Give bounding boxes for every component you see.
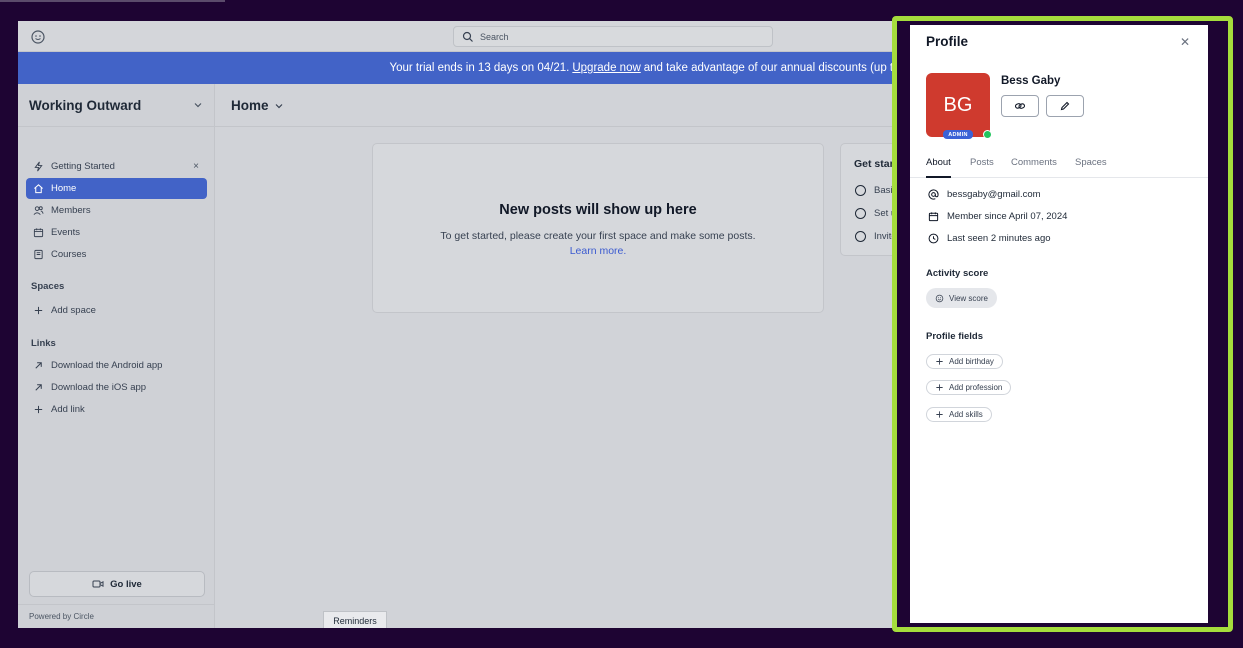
sidebar-item-home[interactable]: Home	[26, 178, 207, 199]
learn-more-link[interactable]: Learn more.	[373, 245, 823, 257]
video-camera-icon	[92, 580, 104, 588]
community-name: Working Outward	[29, 97, 142, 113]
chevron-down-icon	[194, 103, 202, 108]
copy-link-button[interactable]	[1001, 95, 1039, 117]
clock-icon	[928, 233, 939, 244]
close-icon[interactable]: ×	[193, 161, 199, 172]
spaces-heading: Spaces	[31, 281, 65, 292]
top-edge-line	[0, 0, 225, 2]
at-sign-icon	[928, 189, 939, 200]
tab-posts[interactable]: Posts	[970, 157, 994, 178]
avatar-initials: BG	[943, 93, 973, 116]
add-space-label: Add space	[51, 305, 96, 316]
sidebar-item-label: Members	[51, 205, 91, 216]
plus-icon	[34, 306, 43, 315]
profile-fields-heading: Profile fields	[926, 331, 984, 342]
profile-name: Bess Gaby	[1001, 75, 1061, 87]
banner-text-before: Your trial ends in 13 days on 04/21.	[389, 62, 570, 74]
email-text: bessgaby@gmail.com	[947, 189, 1041, 200]
members-icon	[33, 206, 44, 215]
reminders-tab[interactable]: Reminders	[323, 611, 387, 628]
search-icon	[462, 31, 473, 42]
sidebar-item-courses[interactable]: Courses	[26, 244, 207, 265]
avatar: BG	[926, 73, 990, 137]
last-seen-row: Last seen 2 minutes ago	[928, 233, 1051, 244]
sidebar-item-events[interactable]: Events	[26, 222, 207, 243]
admin-badge: ADMIN	[943, 130, 973, 139]
home-icon	[34, 184, 43, 194]
circle-checkbox-icon	[855, 208, 866, 219]
add-profession-label: Add profession	[949, 383, 1003, 392]
tab-comments[interactable]: Comments	[1011, 157, 1057, 178]
book-icon	[34, 249, 43, 260]
sidebar-item-label: Home	[51, 183, 77, 194]
sidebar-link-ios[interactable]: Download the iOS app	[26, 377, 207, 398]
smile-icon[interactable]	[30, 29, 46, 45]
sidebar-item-label: Getting Started	[51, 161, 115, 172]
profile-title: Profile	[926, 34, 969, 49]
arrow-up-right-icon	[35, 384, 42, 391]
smile-icon	[935, 294, 944, 302]
add-link-label: Add link	[51, 404, 85, 415]
link-icon	[1014, 103, 1026, 109]
go-live-label: Go live	[110, 578, 142, 590]
page-title: Home	[231, 98, 269, 113]
last-seen-text: Last seen 2 minutes ago	[947, 233, 1051, 244]
edit-profile-button[interactable]	[1046, 95, 1084, 117]
empty-posts-description: To get started, please create your first…	[440, 230, 756, 242]
empty-posts-title: New posts will show up here	[499, 202, 697, 218]
plus-icon	[936, 358, 943, 365]
sidebar: Working Outward Getting Started × Home M…	[18, 84, 215, 628]
plus-icon	[936, 411, 943, 418]
add-birthday-label: Add birthday	[949, 357, 994, 366]
add-birthday-button[interactable]: Add birthday	[926, 354, 1003, 369]
search-input[interactable]: Search	[453, 26, 773, 47]
member-since-text: Member since April 07, 2024	[947, 211, 1068, 222]
activity-score-heading: Activity score	[926, 268, 989, 279]
powered-by-circle[interactable]: Powered by Circle	[18, 604, 214, 628]
circle-checkbox-icon	[855, 185, 866, 196]
arrow-up-right-icon	[35, 362, 42, 369]
upgrade-now-link[interactable]: Upgrade now	[572, 62, 640, 74]
email-row: bessgaby@gmail.com	[928, 189, 1041, 200]
sidebar-item-label: Events	[51, 227, 81, 238]
sidebar-link-android[interactable]: Download the Android app	[26, 355, 207, 376]
go-live-button[interactable]: Go live	[29, 571, 205, 597]
sidebar-link-label: Download the iOS app	[51, 382, 147, 393]
sidebar-item-getting-started[interactable]: Getting Started ×	[26, 156, 207, 177]
add-profession-button[interactable]: Add profession	[926, 380, 1012, 395]
view-score-button[interactable]: View score	[926, 288, 997, 308]
plus-icon	[936, 384, 943, 391]
add-skills-label: Add skills	[949, 410, 983, 419]
add-link-button[interactable]: Add link	[26, 399, 207, 420]
search-placeholder: Search	[480, 31, 509, 42]
calendar-icon	[33, 228, 44, 238]
empty-posts-card: New posts will show up here To get start…	[372, 143, 824, 313]
sidebar-item-members[interactable]: Members	[26, 200, 207, 221]
plus-icon	[34, 405, 43, 414]
add-skills-button[interactable]: Add skills	[926, 407, 992, 422]
lightning-icon	[34, 161, 43, 172]
sidebar-link-label: Download the Android app	[51, 360, 163, 371]
tab-about[interactable]: About	[926, 157, 951, 178]
community-switcher[interactable]: Working Outward	[18, 84, 214, 127]
circle-checkbox-icon	[855, 231, 866, 242]
view-score-label: View score	[949, 293, 988, 303]
sidebar-item-label: Courses	[51, 249, 87, 260]
add-space-button[interactable]: Add space	[26, 300, 207, 321]
profile-tabs: About Posts Comments Spaces	[910, 155, 1208, 178]
calendar-icon	[928, 212, 939, 222]
member-since-row: Member since April 07, 2024	[928, 211, 1067, 222]
close-icon[interactable]: ✕	[1180, 35, 1190, 49]
pencil-icon	[1060, 101, 1070, 111]
tab-spaces[interactable]: Spaces	[1075, 157, 1107, 178]
online-status-dot	[983, 130, 992, 139]
profile-panel: Profile ✕ BG ADMIN Bess Gaby About Posts…	[910, 25, 1208, 623]
chevron-down-icon	[275, 103, 282, 108]
links-heading: Links	[31, 338, 56, 349]
page-title-dropdown[interactable]: Home	[231, 98, 284, 113]
